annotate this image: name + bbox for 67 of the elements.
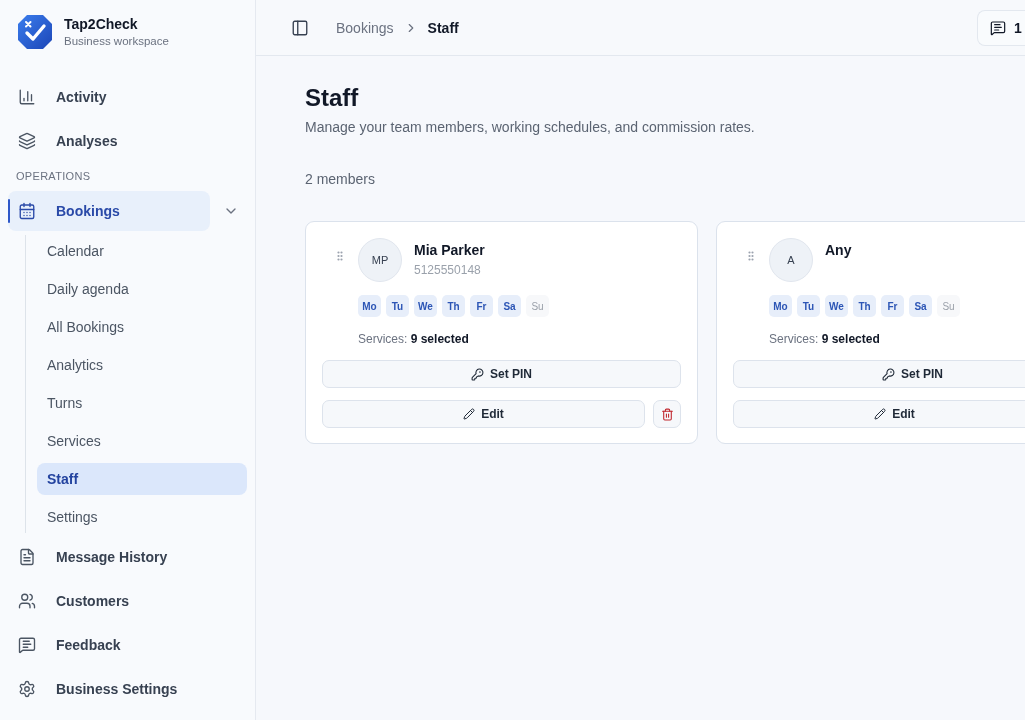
day-chip: Sa	[909, 295, 932, 317]
pencil-icon	[874, 408, 887, 420]
drag-handle-icon[interactable]	[334, 250, 346, 262]
edit-button[interactable]: Edit	[322, 400, 645, 428]
brand-subtitle: Business workspace	[64, 34, 169, 49]
nav-subitem[interactable]: Staff	[37, 463, 247, 495]
nav-item[interactable]: Message History	[8, 537, 247, 577]
nav-item[interactable]: Feedback	[8, 625, 247, 665]
nav-item[interactable]: Business Settings	[8, 669, 247, 709]
member-name: Any	[825, 241, 852, 259]
nav-subitem[interactable]: Services	[37, 425, 247, 457]
layers-icon	[18, 132, 36, 150]
document-icon	[18, 548, 36, 566]
nav-subitem[interactable]: Turns	[37, 387, 247, 419]
avatar: A	[769, 238, 813, 282]
day-chip: Sa	[498, 295, 521, 317]
day-chip: Mo	[769, 295, 792, 317]
breadcrumb-item[interactable]: Bookings	[336, 19, 394, 36]
logo-icon	[18, 15, 52, 49]
services-summary: Services: 9 selected	[769, 331, 880, 347]
day-chip: Tu	[797, 295, 820, 317]
chart-icon	[18, 88, 36, 106]
delete-button[interactable]	[653, 400, 681, 428]
brand-name: Tap2Check	[64, 16, 138, 33]
users-icon	[18, 592, 36, 610]
trash-icon	[660, 407, 674, 421]
breadcrumb-item[interactable]: Staff	[427, 19, 459, 36]
day-chip: Th	[853, 295, 876, 317]
day-chip: Tu	[386, 295, 409, 317]
day-chip: Mo	[358, 295, 381, 317]
member-phone: 5125550148	[414, 262, 481, 278]
calendar-icon	[18, 202, 36, 220]
set-pin-button[interactable]: Set PIN	[322, 360, 681, 388]
day-chip: Fr	[470, 295, 493, 317]
section-heading: OPERATIONS	[15, 169, 91, 184]
message-icon	[18, 636, 36, 654]
nav-item[interactable]: Analyses	[8, 121, 247, 161]
nav-subitem[interactable]: Analytics	[37, 349, 247, 381]
services-summary: Services: 9 selected	[358, 331, 469, 347]
nav-item[interactable]: Activity	[8, 77, 247, 117]
nav-item[interactable]: Bookings	[8, 191, 210, 231]
drag-handle-icon[interactable]	[745, 250, 757, 262]
nav-item[interactable]: Customers	[8, 581, 247, 621]
page-description: Manage your team members, working schedules, and commission rates.	[305, 118, 755, 137]
nav-subitem[interactable]: Daily agenda	[37, 273, 247, 305]
pencil-icon	[463, 408, 476, 420]
member-name: Mia Parker	[414, 241, 485, 259]
nav-subitem[interactable]: All Bookings	[37, 311, 247, 343]
sidebar-toggle-icon[interactable]	[291, 18, 309, 37]
day-chip: Fr	[881, 295, 904, 317]
day-chip: Th	[442, 295, 465, 317]
key-icon	[471, 367, 484, 381]
day-chip: Su	[937, 295, 960, 317]
day-chip: We	[825, 295, 848, 317]
key-icon	[882, 367, 895, 381]
set-pin-button[interactable]: Set PIN	[733, 360, 1025, 388]
day-chip: We	[414, 295, 437, 317]
page-title: Staff	[305, 83, 359, 113]
nav-subitem[interactable]: Calendar	[37, 235, 247, 267]
nav-subitem[interactable]: Settings	[37, 501, 247, 533]
day-chip: Su	[526, 295, 549, 317]
edit-button[interactable]: Edit	[733, 400, 1025, 428]
settings-icon	[18, 680, 36, 698]
avatar: MP	[358, 238, 402, 282]
message-icon	[990, 19, 1006, 36]
member-count: 2 members	[305, 170, 376, 189]
messages-button[interactable]: 1	[977, 9, 1025, 46]
